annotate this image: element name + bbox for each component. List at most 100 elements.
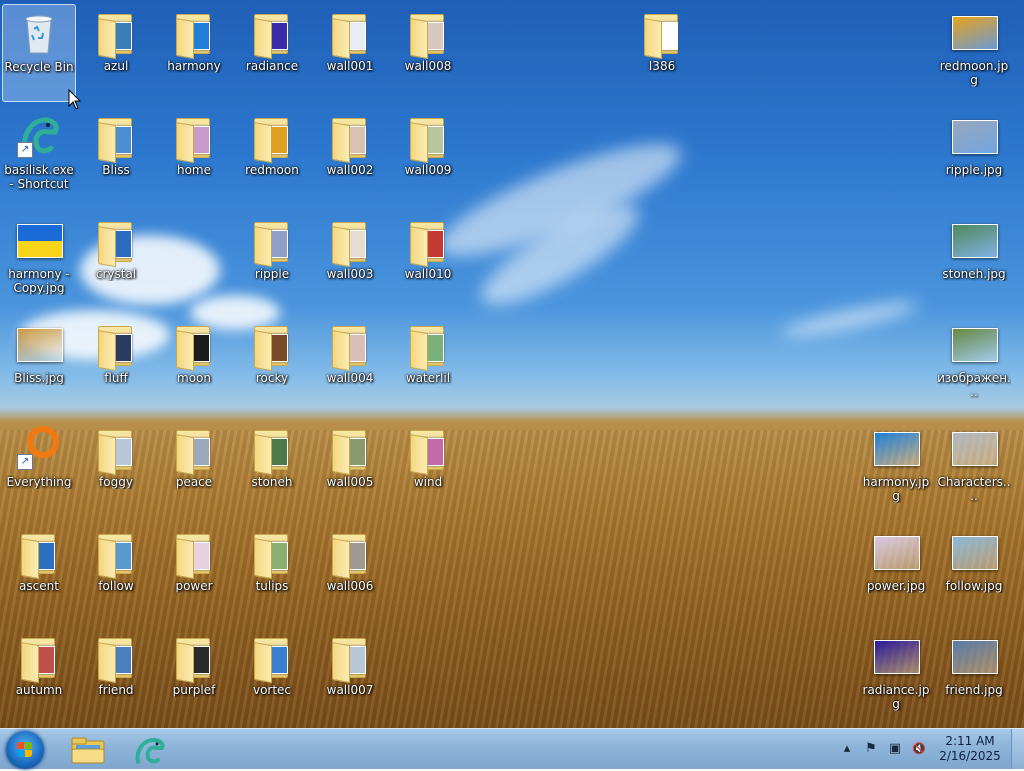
folder-icon [248, 112, 296, 164]
clock-time: 2:11 AM [945, 734, 995, 748]
cloud-streak [779, 295, 921, 343]
folder-icon [248, 8, 296, 60]
desktop-icon-friend[interactable]: friend [79, 628, 153, 726]
folder-icon [404, 112, 452, 164]
show-hidden-icons-chevron-icon[interactable]: ▴ [838, 740, 856, 758]
explorer-taskbar-button[interactable] [66, 733, 110, 767]
desktop-icon-stoneh-jpg[interactable]: stoneh.jpg [937, 212, 1011, 310]
desktop-icon-tulips[interactable]: tulips [235, 524, 309, 622]
desktop-icon-power-jpg[interactable]: power.jpg [859, 524, 933, 622]
desktop-icon-follow[interactable]: follow [79, 524, 153, 622]
desktop-icon-home[interactable]: home [157, 108, 231, 206]
desktop-icon-label: crystal [95, 267, 137, 281]
desktop-icon-basilisk-exe-shortcut[interactable]: ↗ basilisk.exe - Shortcut [2, 108, 76, 206]
desktop-icon-label: wall006 [326, 579, 374, 593]
desktop-icon-waterlil[interactable]: waterlil [391, 316, 465, 414]
desktop-icon-autumn[interactable]: autumn [2, 628, 76, 726]
desktop-icon-everything[interactable]: ↗ Everything [2, 420, 76, 518]
desktop-icon-label: Bliss.jpg [14, 371, 64, 385]
desktop-icon-vortec[interactable]: vortec [235, 628, 309, 726]
desktop-icon-harmony[interactable]: harmony [157, 4, 231, 102]
desktop-icon-wall004[interactable]: wall004 [313, 316, 387, 414]
desktop-icon-wall006[interactable]: wall006 [313, 524, 387, 622]
desktop-icon-radiance-jpg[interactable]: radiance.jpg [859, 628, 933, 726]
folder-icon [92, 216, 140, 268]
desktop-icon-label: vortec [252, 683, 292, 697]
desktop-icon-redmoon[interactable]: redmoon [235, 108, 309, 206]
desktop-icon-wind[interactable]: wind [391, 420, 465, 518]
desktop-icon-wall001[interactable]: wall001 [313, 4, 387, 102]
desktop-icon-crystal[interactable]: crystal [79, 212, 153, 310]
desktop-icon-characters[interactable]: Characters.... [937, 420, 1011, 518]
desktop-icon-изображен[interactable]: изображен... [937, 316, 1011, 414]
start-button[interactable] [6, 731, 44, 769]
basilisk-taskbar-button[interactable] [128, 733, 172, 767]
desktop-icon-label: waterlil [405, 371, 451, 385]
folder-icon [92, 320, 140, 372]
desktop-icon-redmoon-jpg[interactable]: redmoon.jpg [937, 4, 1011, 102]
image-file-icon [15, 320, 63, 368]
folder-icon [170, 424, 218, 476]
desktop-icon-ripple[interactable]: ripple [235, 212, 309, 310]
desktop-icon-label: wall005 [326, 475, 374, 489]
desktop-icon-label: azul [103, 59, 129, 73]
folder-icon [92, 632, 140, 684]
desktop-icon-wall005[interactable]: wall005 [313, 420, 387, 518]
desktop-icon-label: Everything [6, 475, 72, 489]
desktop-icon-label: purplef [172, 683, 216, 697]
image-file-icon [950, 216, 998, 264]
desktop-icon-ripple-jpg[interactable]: ripple.jpg [937, 108, 1011, 206]
desktop-icon-label: autumn [15, 683, 63, 697]
desktop-icon-label: foggy [99, 475, 133, 489]
desktop-icon-azul[interactable]: azul [79, 4, 153, 102]
desktop-icon-peace[interactable]: peace [157, 420, 231, 518]
folder-icon [404, 216, 452, 268]
desktop-icon-label: tulips [255, 579, 289, 593]
desktop-icon-power[interactable]: power [157, 524, 231, 622]
desktop-icon-label: stoneh.jpg [942, 267, 1006, 281]
desktop-icon-foggy[interactable]: foggy [79, 420, 153, 518]
desktop-icon-rocky[interactable]: rocky [235, 316, 309, 414]
desktop-icon-label: I386 [648, 59, 676, 73]
desktop-icon-wall007[interactable]: wall007 [313, 628, 387, 726]
desktop-icon-stoneh[interactable]: stoneh [235, 420, 309, 518]
folder-icon [248, 632, 296, 684]
desktop-icon-purplef[interactable]: purplef [157, 628, 231, 726]
clock[interactable]: 2:11 AM 2/16/2025 [935, 734, 1005, 764]
desktop-icon-bliss[interactable]: Bliss [79, 108, 153, 206]
desktop[interactable]: Recycle Bin azul harmony radiance wall001 wal… [0, 0, 1024, 728]
desktop-icon-wall010[interactable]: wall010 [391, 212, 465, 310]
desktop-icon-harmony-copy-jpg[interactable]: harmony - Copy.jpg [2, 212, 76, 310]
clock-date: 2/16/2025 [939, 749, 1001, 763]
desktop-icon-wall009[interactable]: wall009 [391, 108, 465, 206]
desktop-icon-moon[interactable]: moon [157, 316, 231, 414]
folder-icon [170, 8, 218, 60]
desktop-icon-recycle-bin[interactable]: Recycle Bin [2, 4, 76, 102]
desktop-icon-friend-jpg[interactable]: friend.jpg [937, 628, 1011, 726]
folder-icon [404, 8, 452, 60]
folder-icon [15, 528, 63, 580]
desktop-icon-bliss-jpg[interactable]: Bliss.jpg [2, 316, 76, 414]
show-desktop-button[interactable] [1011, 729, 1024, 769]
network-icon[interactable]: ▣ [886, 740, 904, 758]
desktop-icon-harmony-jpg[interactable]: harmony.jpg [859, 420, 933, 518]
desktop-icon-label: home [176, 163, 212, 177]
desktop-icon-label: harmony - Copy.jpg [8, 267, 70, 295]
volume-muted-icon[interactable]: 🔇 [910, 740, 928, 758]
desktop-icon-follow-jpg[interactable]: follow.jpg [937, 524, 1011, 622]
action-center-flag-icon[interactable]: ⚑ [862, 740, 880, 758]
desktop-icon-label: wall010 [404, 267, 452, 281]
desktop-icon-i386[interactable]: I386 [625, 4, 699, 102]
folder-icon [326, 320, 374, 372]
system-tray: ▴ ⚑ ▣ 🔇 2:11 AM 2/16/2025 [835, 729, 1024, 769]
desktop-icon-fluff[interactable]: fluff [79, 316, 153, 414]
desktop-icon-wall003[interactable]: wall003 [313, 212, 387, 310]
desktop-icon-radiance[interactable]: radiance [235, 4, 309, 102]
image-file-icon [15, 216, 63, 264]
desktop-icon-ascent[interactable]: ascent [2, 524, 76, 622]
desktop-icon-wall002[interactable]: wall002 [313, 108, 387, 206]
image-file-icon [872, 528, 920, 576]
desktop-icon-wall008[interactable]: wall008 [391, 4, 465, 102]
basilisk-icon [135, 737, 165, 764]
desktop-icon-label: follow.jpg [945, 579, 1003, 593]
